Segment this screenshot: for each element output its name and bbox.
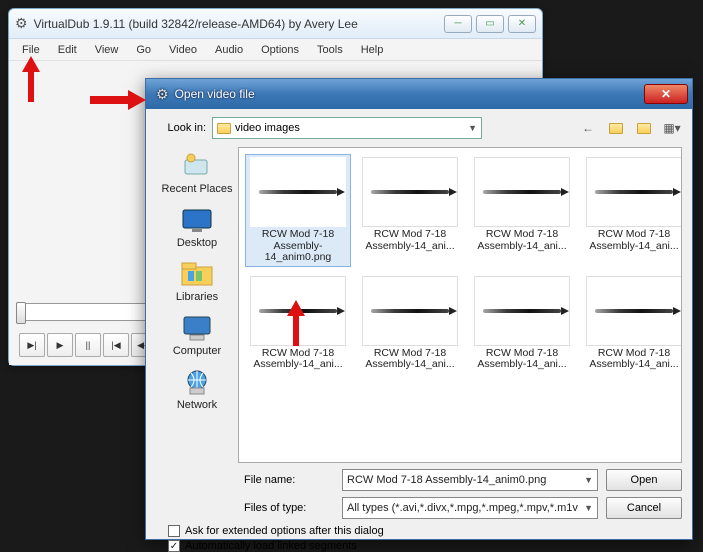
computer-icon xyxy=(179,313,215,343)
lookin-label: Look in: xyxy=(156,122,206,134)
transport-btn[interactable]: || xyxy=(75,333,101,357)
file-item[interactable]: RCW Mod 7-18 Assembly-14_ani... xyxy=(581,154,682,267)
file-item[interactable]: RCW Mod 7-18 Assembly-14_ani... xyxy=(469,154,575,267)
file-name: RCW Mod 7-18 Assembly-14_ani... xyxy=(360,229,460,252)
lookin-dropdown[interactable]: video images ▼ xyxy=(212,117,482,139)
menu-tools[interactable]: Tools xyxy=(308,41,352,59)
filetype-value: All types (*.avi,*.divx,*.mpg,*.mpeg,*.m… xyxy=(347,502,578,514)
filename-label: File name: xyxy=(244,474,334,486)
place-network[interactable]: Network xyxy=(156,365,238,413)
file-item[interactable]: RCW Mod 7-18 Assembly-14_ani... xyxy=(357,273,463,374)
file-thumbnail xyxy=(474,276,570,346)
checkbox-icon: ✓ xyxy=(168,540,180,552)
menu-go[interactable]: Go xyxy=(127,41,160,59)
filename-input[interactable]: RCW Mod 7-18 Assembly-14_anim0.png ▼ xyxy=(342,469,598,491)
file-thumbnail xyxy=(362,157,458,227)
filename-value: RCW Mod 7-18 Assembly-14_anim0.png xyxy=(347,474,546,486)
timeline-thumb[interactable] xyxy=(16,302,26,324)
chevron-down-icon: ▼ xyxy=(584,475,593,485)
place-recent[interactable]: Recent Places xyxy=(156,149,238,197)
place-label: Recent Places xyxy=(162,183,233,195)
file-item[interactable]: RCW Mod 7-18 Assembly-14_ani... xyxy=(469,273,575,374)
file-thumbnail xyxy=(474,157,570,227)
annotation-arrow xyxy=(90,88,146,112)
lookin-value: video images xyxy=(235,122,300,134)
minimize-button[interactable]: ─ xyxy=(444,15,472,33)
cancel-button[interactable]: Cancel xyxy=(606,497,682,519)
menubar: File Edit View Go Video Audio Options To… xyxy=(9,39,542,61)
folder-icon xyxy=(217,123,231,134)
up-folder-icon[interactable] xyxy=(606,118,626,138)
annotation-arrow xyxy=(18,56,44,102)
place-label: Libraries xyxy=(176,291,218,303)
dialog-titlebar[interactable]: ⚙ Open video file ✕ xyxy=(146,79,692,109)
file-name: RCW Mod 7-18 Assembly-14_ani... xyxy=(472,229,572,252)
transport-btn[interactable]: ▶| xyxy=(19,333,45,357)
file-item[interactable]: RCW Mod 7-18 Assembly-14_ani... xyxy=(357,154,463,267)
maximize-button[interactable]: ▭ xyxy=(476,15,504,33)
extended-options-checkbox[interactable]: Ask for extended options after this dial… xyxy=(168,525,682,537)
file-name: RCW Mod 7-18 Assembly-14_ani... xyxy=(248,348,348,371)
open-file-dialog: ⚙ Open video file ✕ Look in: video image… xyxy=(145,78,693,540)
back-icon[interactable]: ← xyxy=(578,118,598,138)
titlebar[interactable]: ⚙ VirtualDub 1.9.11 (build 32842/release… xyxy=(9,9,542,39)
dialog-title: Open video file xyxy=(175,87,644,101)
menu-options[interactable]: Options xyxy=(252,41,308,59)
filetype-label: Files of type: xyxy=(244,502,334,514)
checkbox-label: Automatically load linked segments xyxy=(185,540,357,552)
dialog-icon: ⚙ xyxy=(156,86,169,103)
file-name: RCW Mod 7-18 Assembly-14_ani... xyxy=(360,348,460,371)
file-thumbnail xyxy=(250,157,346,227)
file-name: RCW Mod 7-18 Assembly-14_ani... xyxy=(472,348,572,371)
desktop-icon xyxy=(179,205,215,235)
open-button[interactable]: Open xyxy=(606,469,682,491)
place-desktop[interactable]: Desktop xyxy=(156,203,238,251)
recent-places-icon xyxy=(179,151,215,181)
file-thumbnail xyxy=(362,276,458,346)
file-name: RCW Mod 7-18 Assembly-14_ani... xyxy=(584,229,682,252)
new-folder-icon[interactable] xyxy=(634,118,654,138)
menu-view[interactable]: View xyxy=(86,41,128,59)
chevron-down-icon: ▼ xyxy=(584,503,593,513)
place-libraries[interactable]: Libraries xyxy=(156,257,238,305)
linked-segments-checkbox[interactable]: ✓ Automatically load linked segments xyxy=(168,540,682,552)
chevron-down-icon: ▼ xyxy=(468,123,477,133)
close-button[interactable]: ✕ xyxy=(508,15,536,33)
app-icon: ⚙ xyxy=(15,15,28,32)
place-computer[interactable]: Computer xyxy=(156,311,238,359)
menu-help[interactable]: Help xyxy=(352,41,393,59)
network-icon xyxy=(179,367,215,397)
transport-btn[interactable]: |◀ xyxy=(103,333,129,357)
file-thumbnail xyxy=(586,157,682,227)
places-bar: Recent Places Desktop Libraries Computer… xyxy=(156,147,238,463)
menu-audio[interactable]: Audio xyxy=(206,41,252,59)
place-label: Computer xyxy=(173,345,221,357)
transport-btn[interactable]: ▶ xyxy=(47,333,73,357)
window-title: VirtualDub 1.9.11 (build 32842/release-A… xyxy=(34,17,444,31)
dialog-close-button[interactable]: ✕ xyxy=(644,84,688,104)
view-menu-icon[interactable]: ▦▾ xyxy=(662,118,682,138)
file-thumbnail xyxy=(586,276,682,346)
menu-video[interactable]: Video xyxy=(160,41,206,59)
checkbox-icon xyxy=(168,525,180,537)
file-item[interactable]: RCW Mod 7-18 Assembly-14_anim0.png xyxy=(245,154,351,267)
checkbox-label: Ask for extended options after this dial… xyxy=(185,525,384,537)
libraries-icon xyxy=(179,259,215,289)
menu-edit[interactable]: Edit xyxy=(49,41,86,59)
file-name: RCW Mod 7-18 Assembly-14_ani... xyxy=(584,348,682,371)
filetype-dropdown[interactable]: All types (*.avi,*.divx,*.mpg,*.mpeg,*.m… xyxy=(342,497,598,519)
place-label: Desktop xyxy=(177,237,217,249)
place-label: Network xyxy=(177,399,217,411)
file-item[interactable]: RCW Mod 7-18 Assembly-14_ani... xyxy=(581,273,682,374)
annotation-arrow xyxy=(283,300,309,346)
file-name: RCW Mod 7-18 Assembly-14_anim0.png xyxy=(248,229,348,264)
